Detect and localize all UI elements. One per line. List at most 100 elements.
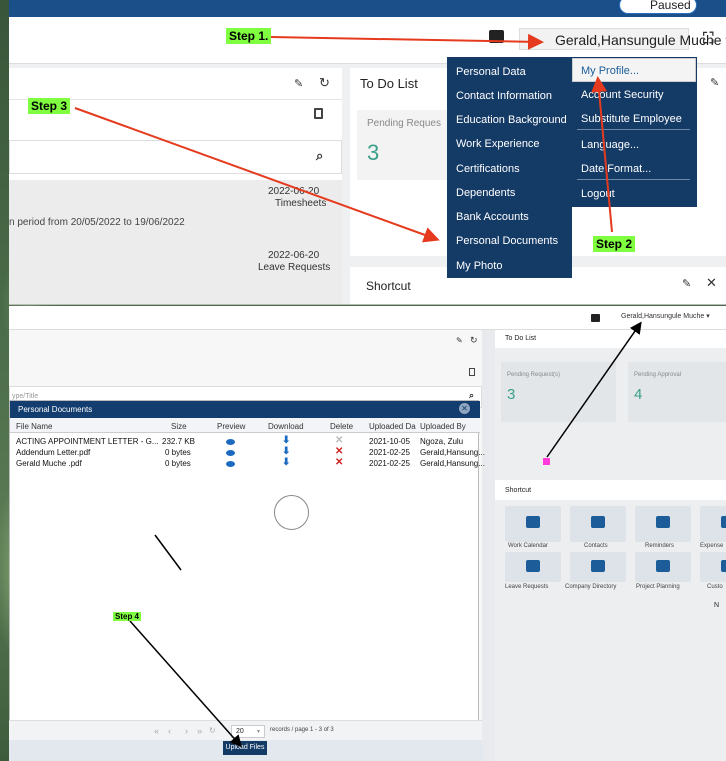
menu-item-my-photo[interactable]: My Photo bbox=[456, 260, 502, 272]
pagination-bar: « ‹ › » ↻ 20 ▼ records / page 1 - 3 of 3 bbox=[9, 720, 482, 742]
delete-icon[interactable]: ✕ bbox=[335, 457, 343, 468]
search-input[interactable] bbox=[9, 140, 342, 174]
menu-divider bbox=[577, 129, 690, 130]
user-menu-label[interactable]: Gerald,Hansungule Muche ▾ bbox=[555, 32, 726, 49]
pending-approval-card[interactable] bbox=[628, 362, 726, 422]
profile-pill[interactable]: Paused bbox=[619, 0, 697, 14]
step4-label: Step 4 bbox=[113, 612, 142, 621]
tile-leave-requests[interactable] bbox=[505, 552, 561, 582]
col-size[interactable]: Size bbox=[171, 422, 187, 431]
trash-icon[interactable] bbox=[314, 108, 323, 119]
tile-label: Work Calendar bbox=[508, 543, 548, 549]
eye-icon[interactable] bbox=[226, 450, 235, 456]
bottom-screenshot: Gerald,Hansungule Muche ▾ ✎ ↻ ype/Title … bbox=[9, 306, 726, 761]
row-date: 2022-06-20 bbox=[268, 186, 320, 197]
page-size-select[interactable]: 20 ▼ bbox=[231, 725, 265, 738]
tile-customer[interactable] bbox=[700, 552, 726, 582]
col-uploaded-date[interactable]: Uploaded Da bbox=[369, 422, 416, 431]
file-name: ACTING APPOINTMENT LETTER - G... bbox=[16, 437, 159, 446]
last-page-icon[interactable]: » bbox=[197, 726, 202, 736]
tile-project-planning[interactable] bbox=[635, 552, 691, 582]
trash-icon[interactable] bbox=[469, 368, 475, 376]
records-info: records / page 1 - 3 of 3 bbox=[270, 727, 334, 733]
col-preview[interactable]: Preview bbox=[217, 422, 245, 431]
tile-expense[interactable] bbox=[700, 506, 726, 542]
delete-icon[interactable]: ✕ bbox=[335, 446, 343, 457]
menu-item-education-background[interactable]: Education Background bbox=[456, 114, 567, 126]
menu-item-my-profile[interactable]: My Profile... bbox=[572, 58, 696, 82]
file-size: 232.7 KB bbox=[162, 437, 195, 446]
menu-item-dependents[interactable]: Dependents bbox=[456, 187, 515, 199]
loading-spinner bbox=[274, 495, 309, 530]
chevron-down-icon: ▼ bbox=[256, 729, 261, 735]
chat-icon[interactable] bbox=[591, 314, 600, 322]
menu-item-personal-documents[interactable]: Personal Documents bbox=[456, 235, 558, 247]
prev-page-icon[interactable]: ‹ bbox=[168, 726, 171, 736]
col-uploaded-by[interactable]: Uploaded By bbox=[420, 422, 466, 431]
edit-icon[interactable]: ✎ bbox=[682, 277, 691, 290]
menu-item-logout[interactable]: Logout bbox=[581, 188, 615, 200]
tile-label: Leave Requests bbox=[505, 584, 549, 590]
fullscreen-icon[interactable]: ⛶ bbox=[703, 30, 714, 47]
upload-date: 2021-02-25 bbox=[369, 459, 410, 468]
first-page-icon[interactable]: « bbox=[154, 726, 159, 736]
refresh-icon[interactable]: ↻ bbox=[319, 75, 330, 91]
pending-requests-card[interactable] bbox=[501, 362, 616, 422]
step2-label: Step 2 bbox=[593, 236, 636, 252]
close-icon[interactable]: ✕ bbox=[459, 403, 470, 414]
tile-label: Contacts bbox=[584, 543, 608, 549]
menu-item-certifications[interactable]: Certifications bbox=[456, 163, 520, 175]
todo-title: To Do List bbox=[360, 76, 418, 91]
eye-icon[interactable] bbox=[226, 461, 235, 467]
tile-label: Reminders bbox=[645, 543, 675, 549]
menu-item-contact-information[interactable]: Contact Information bbox=[456, 90, 552, 102]
personal-menu: Personal Data Contact Information Educat… bbox=[447, 57, 572, 278]
tile-label: Expense bbox=[700, 543, 724, 549]
pending-approval-count: 4 bbox=[634, 386, 643, 403]
menu-item-date-format[interactable]: Date Format... bbox=[581, 163, 651, 175]
pending-requests-card[interactable]: Pending Reques 3 bbox=[357, 110, 452, 180]
next-page-icon[interactable]: › bbox=[185, 726, 188, 736]
menu-item-personal-data[interactable]: Personal Data bbox=[456, 66, 526, 78]
tile-reminders[interactable] bbox=[635, 506, 691, 542]
dialog-title: Personal Documents bbox=[18, 405, 93, 414]
eye-icon[interactable] bbox=[226, 439, 235, 445]
pending-requests-count: 3 bbox=[507, 386, 516, 403]
user-menu-label[interactable]: Gerald,Hansungule Muche ▾ bbox=[621, 312, 710, 320]
edit-icon[interactable]: ✎ bbox=[710, 76, 719, 89]
upload-files-button[interactable]: Upload Files bbox=[223, 741, 267, 755]
edit-icon[interactable]: ✎ bbox=[456, 336, 463, 345]
chat-icon[interactable] bbox=[489, 30, 504, 43]
row-type: Timesheets bbox=[275, 198, 327, 209]
col-file-name[interactable]: File Name bbox=[16, 422, 52, 431]
search-placeholder: ype/Title bbox=[12, 393, 39, 400]
tile-company-directory[interactable] bbox=[570, 552, 626, 582]
download-icon[interactable]: ⬇ bbox=[282, 435, 290, 446]
tile-work-calendar[interactable] bbox=[505, 506, 561, 542]
col-download[interactable]: Download bbox=[268, 422, 304, 431]
menu-item-substitute-employee[interactable]: Substitute Employee bbox=[581, 113, 682, 125]
close-icon[interactable]: ✕ bbox=[706, 275, 717, 291]
tile-contacts[interactable] bbox=[570, 506, 626, 542]
upload-date: 2021-02-25 bbox=[369, 448, 410, 457]
more-button[interactable]: N bbox=[714, 602, 719, 609]
uploaded-by: Ngoza, Zulu bbox=[420, 437, 464, 446]
download-icon[interactable]: ⬇ bbox=[282, 457, 290, 468]
menu-item-bank-accounts[interactable]: Bank Accounts bbox=[456, 211, 529, 223]
col-delete[interactable]: Delete bbox=[330, 422, 353, 431]
download-icon[interactable]: ⬇ bbox=[282, 446, 290, 457]
refresh-icon[interactable]: ↻ bbox=[470, 335, 478, 346]
edit-icon[interactable]: ✎ bbox=[294, 77, 303, 90]
uploaded-by: Gerald,Hansung... bbox=[420, 448, 485, 457]
menu-item-work-experience[interactable]: Work Experience bbox=[456, 138, 540, 150]
dashboard-right: To Do List Pending Request(s) 3 Pending … bbox=[495, 330, 726, 761]
refresh-icon[interactable]: ↻ bbox=[209, 726, 216, 735]
top-screenshot: Paused Gerald,Hansungule Muche ▾ ⛶ ✎ ↻ ⌕… bbox=[9, 0, 726, 305]
pending-requests-label: Pending Request(s) bbox=[507, 372, 561, 378]
shortcut-title: Shortcut bbox=[505, 487, 532, 494]
search-icon[interactable]: ⌕ bbox=[316, 148, 323, 164]
personal-documents-dialog: Personal Documents ✕ File Name Size Prev… bbox=[9, 400, 485, 742]
menu-item-language[interactable]: Language... bbox=[581, 139, 639, 151]
tile-label: Custo bbox=[707, 584, 723, 590]
menu-item-account-security[interactable]: Account Security bbox=[581, 89, 664, 101]
